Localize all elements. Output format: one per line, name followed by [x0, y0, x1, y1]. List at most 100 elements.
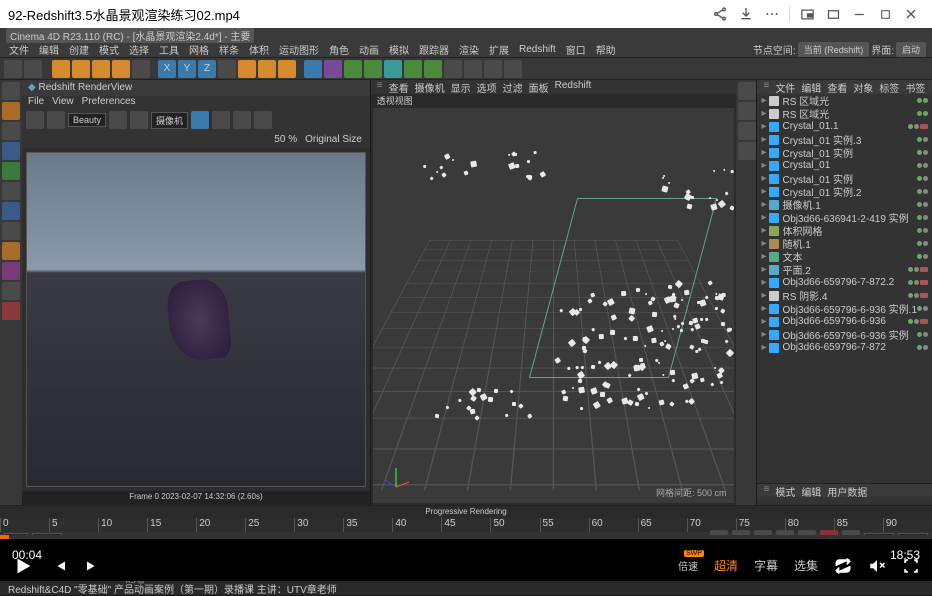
subtitle-button[interactable]: 字幕 [754, 557, 778, 574]
field-icon[interactable] [384, 60, 402, 78]
object-row[interactable]: ▸Obj3d66-659796-6-936 实例.1 [757, 302, 932, 315]
share-icon[interactable] [707, 1, 733, 27]
object-row[interactable]: ▸Obj3d66-659796-7-872 [757, 341, 932, 354]
redo-icon[interactable] [24, 60, 42, 78]
generator-icon[interactable] [344, 60, 362, 78]
tag-icon[interactable] [504, 60, 522, 78]
menu-window[interactable]: 窗口 [561, 42, 591, 57]
menu-animate[interactable]: 动画 [354, 42, 384, 57]
am-mode[interactable]: 模式 [775, 484, 795, 497]
om-bookmarks[interactable]: 书签 [905, 80, 925, 94]
rv-aov-select[interactable]: Beauty [68, 113, 106, 127]
pip-icon[interactable] [794, 1, 820, 27]
rv-b-icon[interactable] [233, 111, 251, 129]
lasttool-icon[interactable] [132, 60, 150, 78]
vpnav-layout-icon[interactable] [738, 142, 756, 160]
render-preview[interactable] [26, 152, 366, 487]
floor-icon[interactable] [484, 60, 502, 78]
download-icon[interactable] [733, 1, 759, 27]
menu-render[interactable]: 渲染 [454, 42, 484, 57]
vp-menu-display[interactable]: 显示 [451, 80, 471, 94]
object-row[interactable]: ▸Crystal_01 实例 [757, 146, 932, 159]
rv-zoom[interactable]: 50 % [274, 134, 297, 145]
layout-value[interactable]: 启动 [896, 42, 926, 57]
menu-spline[interactable]: 样条 [214, 42, 244, 57]
rv-menu-view[interactable]: View [52, 96, 74, 110]
rv-lock-icon[interactable] [109, 111, 127, 129]
viewsolo-icon[interactable] [2, 302, 20, 320]
am-edit[interactable]: 编辑 [801, 484, 821, 497]
workplane-icon[interactable] [2, 122, 20, 140]
menu-help[interactable]: 帮助 [591, 42, 621, 57]
menu-character[interactable]: 角色 [324, 42, 354, 57]
vp-menu-options[interactable]: 选项 [477, 80, 497, 94]
episode-button[interactable]: 选集 [794, 557, 818, 574]
rotate-tool-icon[interactable] [112, 60, 130, 78]
menu-mograph[interactable]: 运动图形 [274, 42, 324, 57]
menu-edit[interactable]: 编辑 [34, 42, 64, 57]
prev-button[interactable] [50, 557, 68, 575]
vpnav-zoom-icon[interactable] [738, 102, 756, 120]
volume-icon[interactable] [868, 557, 886, 575]
axis-x-icon[interactable]: X [158, 60, 176, 78]
object-row[interactable]: ▸Obj3d66-659796-6-936 实例 [757, 328, 932, 341]
menu-volume[interactable]: 体积 [244, 42, 274, 57]
menu-mesh[interactable]: 网格 [184, 42, 214, 57]
menu-select[interactable]: 选择 [124, 42, 154, 57]
play-button[interactable] [12, 555, 34, 577]
rendersettings-icon[interactable] [278, 60, 296, 78]
menu-tools[interactable]: 工具 [154, 42, 184, 57]
renderregn-icon[interactable] [258, 60, 276, 78]
menu-mode[interactable]: 模式 [94, 42, 124, 57]
mograph-icon[interactable] [404, 60, 422, 78]
coord-icon[interactable] [218, 60, 236, 78]
axis-y-icon[interactable]: Y [178, 60, 196, 78]
rv-size[interactable]: Original Size [305, 134, 362, 145]
lock-icon[interactable] [2, 282, 20, 300]
menu-extensions[interactable]: 扩展 [484, 42, 514, 57]
om-view[interactable]: 查看 [827, 80, 847, 94]
effector-icon[interactable] [424, 60, 442, 78]
rv-c-icon[interactable] [254, 111, 272, 129]
object-row[interactable]: ▸RS 区域光 [757, 107, 932, 120]
rv-menu-prefs[interactable]: Preferences [82, 96, 136, 110]
vp-menu-cameras[interactable]: 摄像机 [415, 80, 445, 94]
menu-create[interactable]: 创建 [64, 42, 94, 57]
edge-mode-icon[interactable] [2, 142, 20, 160]
texture-mode-icon[interactable] [2, 102, 20, 120]
menu-redshift[interactable]: Redshift [514, 44, 561, 55]
tweakmode-icon[interactable] [2, 222, 20, 240]
mini-icon[interactable] [820, 1, 846, 27]
rv-snap-icon[interactable] [191, 111, 209, 129]
render-icon[interactable] [238, 60, 256, 78]
model-mode-icon[interactable] [2, 82, 20, 100]
rv-a-icon[interactable] [212, 111, 230, 129]
object-row[interactable]: ▸平面.2 [757, 263, 932, 276]
primitive-icon[interactable] [304, 60, 322, 78]
progress-bar[interactable] [0, 535, 932, 539]
menu-tracker[interactable]: 跟踪器 [414, 42, 454, 57]
vp-menu-panel[interactable]: 面板 [529, 80, 549, 94]
nodespace-value[interactable]: 当前 (Redshift) [798, 42, 870, 57]
rv-menu-file[interactable]: File [28, 96, 44, 110]
move-tool-icon[interactable] [72, 60, 90, 78]
more-icon[interactable] [759, 1, 785, 27]
light-icon[interactable] [464, 60, 482, 78]
scale-tool-icon[interactable] [92, 60, 110, 78]
loop-icon[interactable] [834, 557, 852, 575]
vpnav-pan-icon[interactable] [738, 82, 756, 100]
snap-icon[interactable] [2, 242, 20, 260]
om-edit[interactable]: 编辑 [801, 80, 821, 94]
vp-menu-view[interactable]: 查看 [389, 80, 409, 94]
quality-button[interactable]: 超清 [714, 557, 738, 574]
menu-simulate[interactable]: 模拟 [384, 42, 414, 57]
rv-play-icon[interactable] [26, 111, 44, 129]
menu-file[interactable]: 文件 [4, 42, 34, 57]
quantize-icon[interactable] [2, 262, 20, 280]
am-userdata[interactable]: 用户数据 [827, 484, 867, 497]
fullscreen-icon[interactable] [902, 557, 920, 575]
om-object[interactable]: 对象 [853, 80, 873, 94]
vpnav-rotate-icon[interactable] [738, 122, 756, 140]
vp-menu-redshift[interactable]: Redshift [555, 80, 592, 94]
point-mode-icon[interactable] [2, 202, 20, 220]
